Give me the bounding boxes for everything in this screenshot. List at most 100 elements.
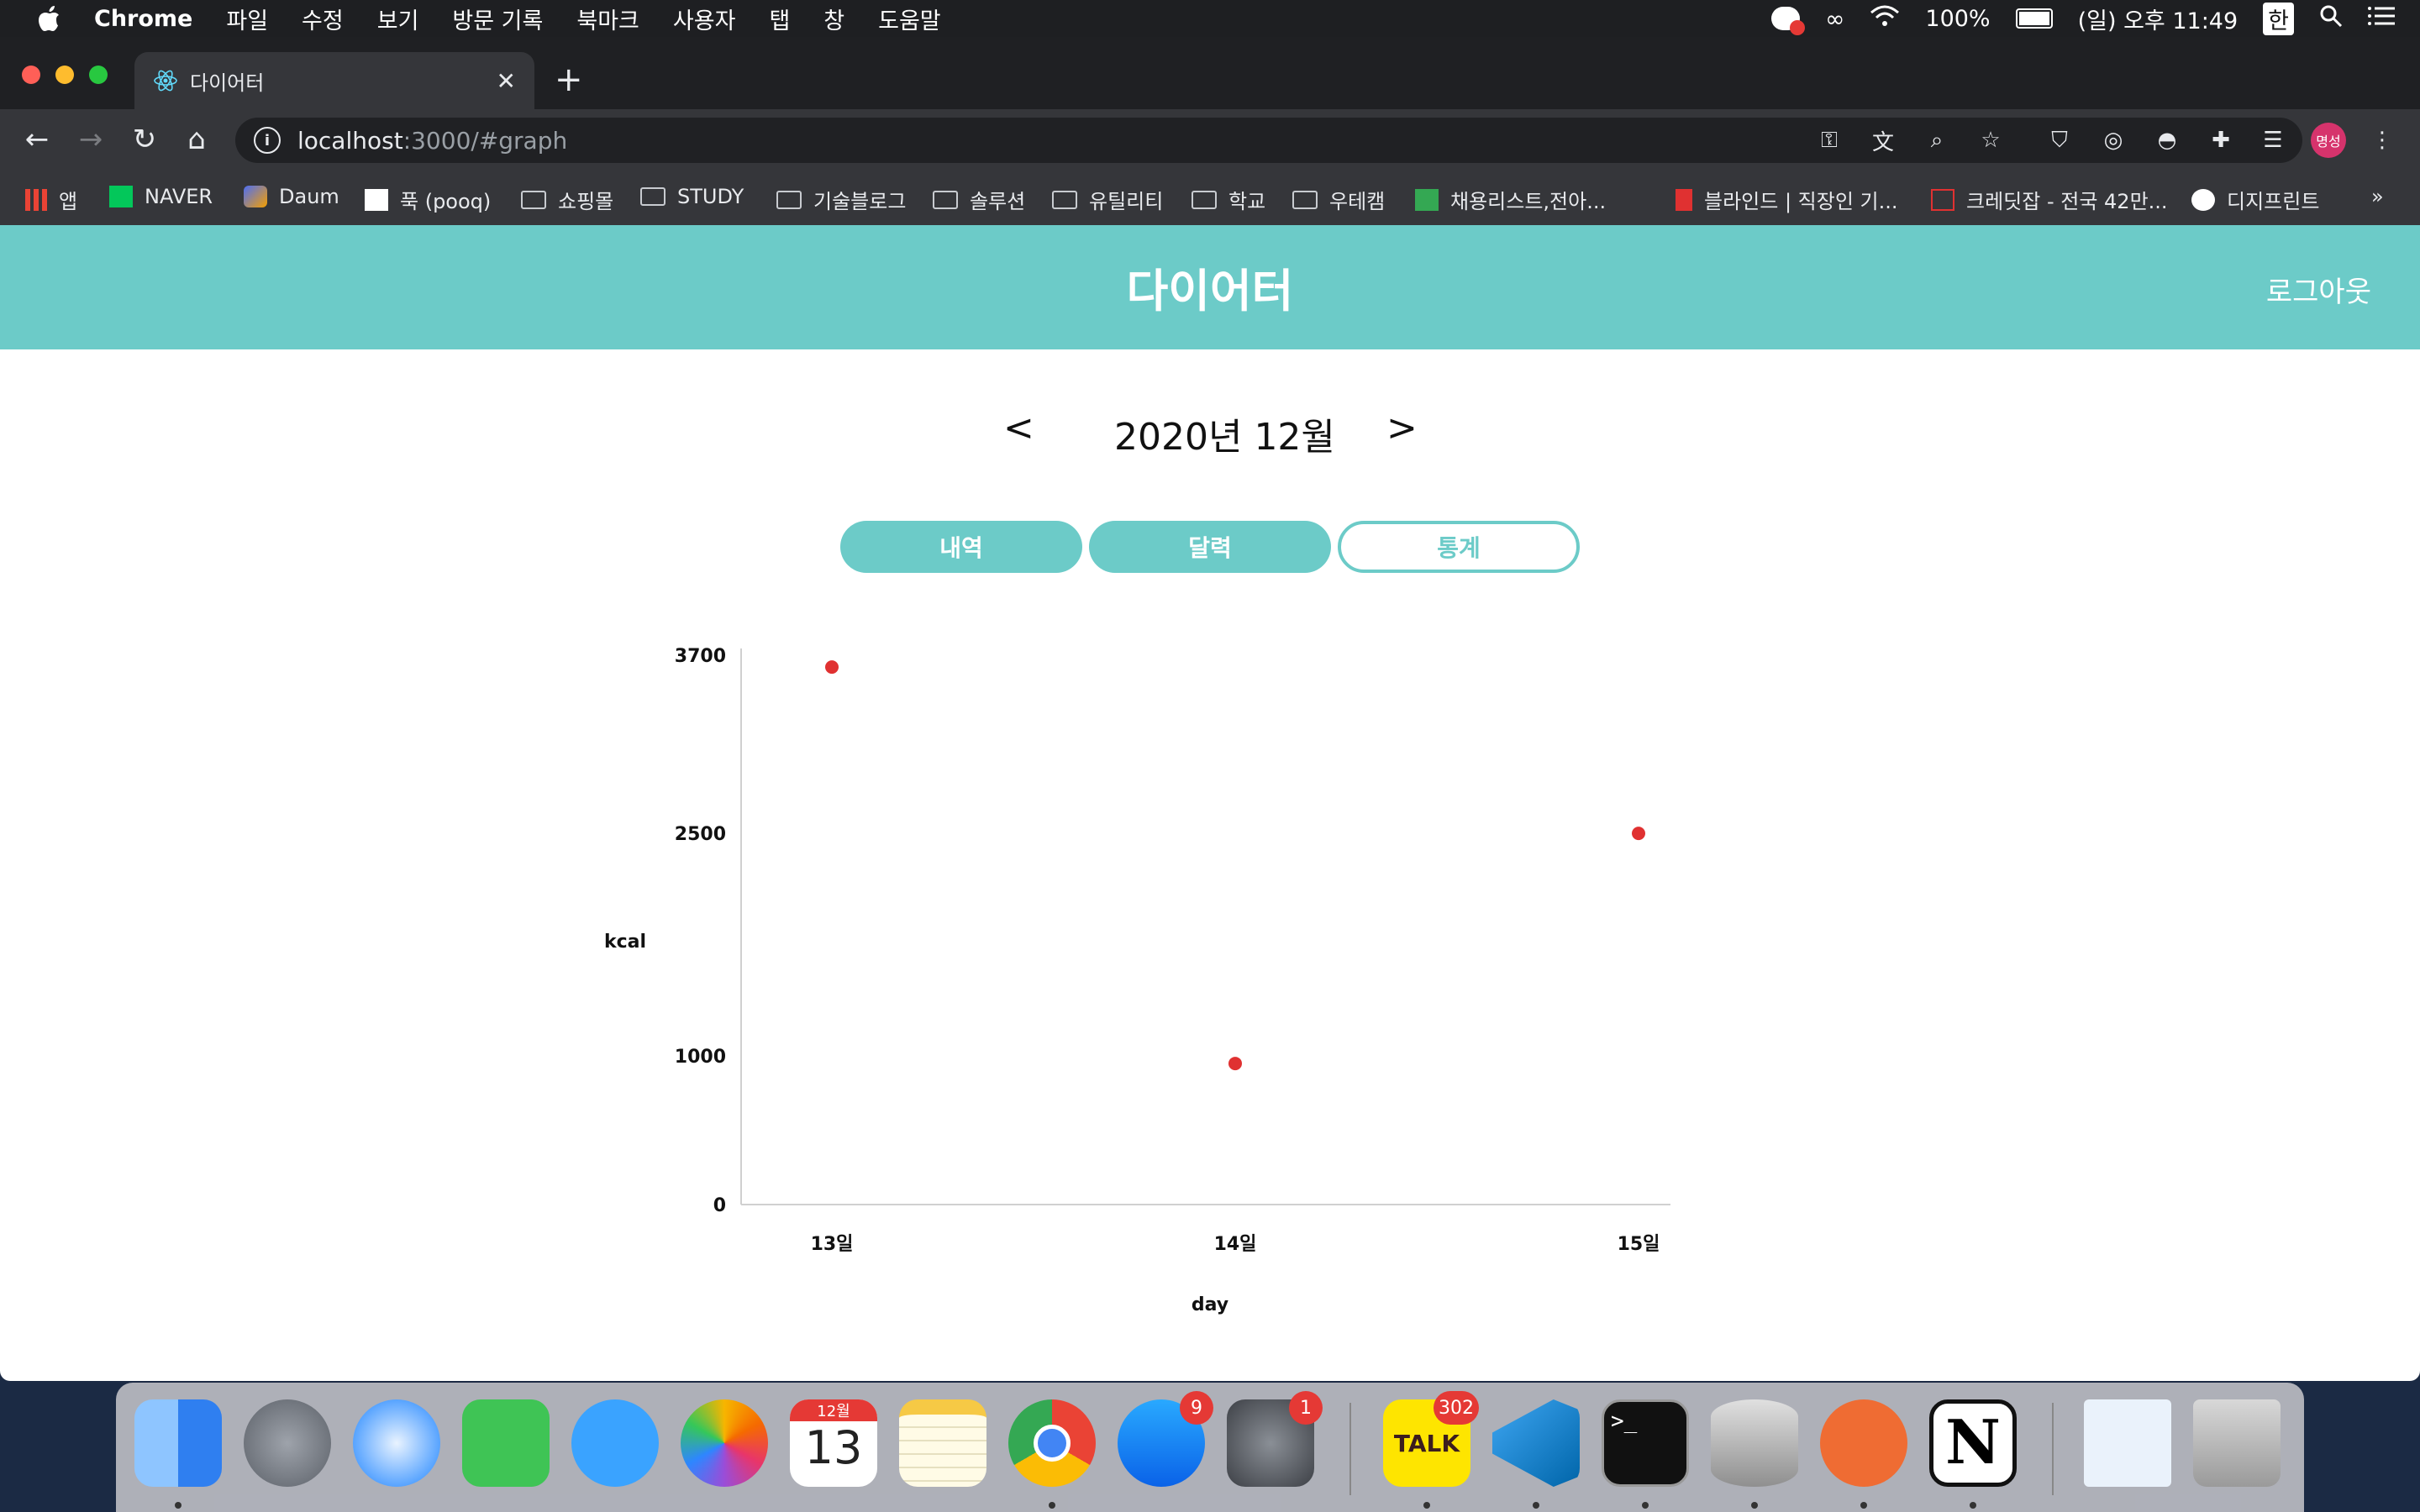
menu-window[interactable]: 창 (823, 3, 844, 35)
data-point (1228, 1057, 1242, 1071)
browser-tab-active[interactable]: 다이어터 ✕ (134, 52, 534, 109)
bookmark-folder-study[interactable]: STUDY (640, 185, 744, 208)
bookmark-recruit-list[interactable]: 채용리스트,전아... (1415, 185, 1606, 214)
key-icon[interactable]: ⚿ (1815, 126, 1844, 155)
notion-icon[interactable]: N (1929, 1399, 2017, 1487)
bookmark-daum[interactable]: Daum (244, 185, 339, 208)
translate-icon[interactable]: 文 (1869, 126, 1897, 155)
bookmark-blind[interactable]: 블라인드 | 직장인 기... (1676, 185, 1898, 214)
browser-toolbar: ← → ↻ ⌂ i localhost:3000/#graph ⚿ 文 ⌕ ☆ … (0, 109, 2420, 171)
bookmark-label: 디지프린트 (2227, 190, 2320, 213)
notes-icon[interactable] (899, 1399, 986, 1487)
menu-app-name[interactable]: Chrome (94, 6, 192, 32)
menu-history[interactable]: 방문 기록 (452, 3, 543, 35)
calendar-icon[interactable]: 12월 13 (790, 1399, 877, 1487)
x-tick-label: 13일 (811, 1234, 854, 1255)
terminal-icon[interactable]: >_ (1602, 1399, 1689, 1487)
photos-icon[interactable] (681, 1399, 768, 1487)
apple-icon[interactable] (34, 3, 64, 34)
y-tick-label: 2500 (675, 824, 726, 845)
menu-help[interactable]: 도움말 (878, 3, 941, 35)
running-indicator (1751, 1502, 1758, 1509)
back-arrow-icon[interactable]: ← (20, 123, 54, 156)
document-icon[interactable] (2084, 1399, 2171, 1487)
forward-arrow-icon[interactable]: → (74, 123, 108, 156)
control-center-icon[interactable] (2368, 5, 2395, 33)
profile-avatar[interactable]: 명성 (2311, 123, 2346, 158)
folder-icon (1192, 190, 1217, 209)
bookmark-kreditjob[interactable]: 크레딧잡 - 전국 42만... (1931, 185, 2168, 214)
safari-icon[interactable] (353, 1399, 440, 1487)
folder-icon (933, 190, 958, 209)
notification-icon[interactable] (1771, 7, 1806, 35)
kakaotalk-badge: 302 (1434, 1391, 1479, 1425)
system-preferences-icon[interactable]: 1 (1227, 1391, 1323, 1487)
menu-edit[interactable]: 수정 (302, 3, 344, 35)
spotlight-search-icon[interactable] (2319, 4, 2343, 34)
bookmark-folder-solution[interactable]: 솔루션 (933, 185, 1025, 214)
bookmark-label: 푹 (pooq) (400, 190, 492, 213)
window-minimize-button[interactable] (55, 66, 74, 84)
menu-bookmarks[interactable]: 북마크 (576, 3, 639, 35)
menu-people[interactable]: 사용자 (673, 3, 736, 35)
vscode-icon[interactable] (1492, 1399, 1580, 1487)
running-indicator (1642, 1502, 1649, 1509)
postman-icon[interactable] (1820, 1399, 1907, 1487)
bookmark-folder-shopping[interactable]: 쇼핑몰 (521, 185, 613, 214)
finder-icon[interactable] (134, 1399, 222, 1487)
circle-extension-icon[interactable]: ◎ (2099, 126, 2128, 155)
database-icon[interactable] (1711, 1399, 1798, 1487)
puzzle-extensions-icon[interactable]: ✚ (2207, 126, 2235, 155)
bookmark-apps[interactable]: 앱 (25, 185, 77, 214)
bookmarks-overflow[interactable]: » (2371, 185, 2384, 208)
new-tab-plus-icon[interactable]: + (555, 60, 583, 99)
site-info-icon[interactable]: i (254, 127, 281, 154)
trash-icon[interactable] (2193, 1399, 2281, 1487)
window-close-button[interactable] (22, 66, 40, 84)
bookmark-label: STUDY (677, 185, 744, 208)
app-store-badge: 9 (1180, 1391, 1213, 1425)
kcal-scatter-chart: 0 1000 2500 3700 13일 14일 15일 kcal day (604, 646, 1670, 1315)
bookmark-folder-utility[interactable]: 유틸리티 (1052, 185, 1163, 214)
off-extension-icon[interactable]: ◓ (2153, 126, 2181, 155)
bookmark-pooq[interactable]: 푹 (pooq) (365, 185, 491, 214)
running-indicator (1533, 1502, 1539, 1509)
tab-strip: 다이어터 ✕ + (0, 37, 2420, 109)
y-tick-label: 3700 (675, 646, 726, 667)
shield-extension-icon[interactable]: ⛉ (2045, 126, 2074, 155)
app-store-icon[interactable]: 9 (1118, 1391, 1213, 1487)
menu-tab[interactable]: 탭 (769, 3, 790, 35)
bookmark-folder-school[interactable]: 학교 (1192, 185, 1265, 214)
more-menu-icon[interactable]: ⋮ (2368, 126, 2396, 155)
tab-close-icon[interactable]: ✕ (497, 67, 516, 95)
clock[interactable]: (일) 오후 11:49 (2078, 3, 2238, 35)
window-zoom-button[interactable] (89, 66, 108, 84)
home-icon[interactable]: ⌂ (180, 123, 213, 156)
y-tick-label: 0 (713, 1195, 726, 1216)
bookmark-naver[interactable]: NAVER (109, 185, 213, 208)
bookmark-folder-woowacamp[interactable]: 우테캠 (1292, 185, 1385, 214)
messages-icon[interactable] (571, 1399, 659, 1487)
bookmark-label: 채용리스트,전아... (1450, 190, 1607, 213)
facetime-icon[interactable] (462, 1399, 550, 1487)
kakaotalk-label: TALK (1393, 1429, 1460, 1457)
menu-file[interactable]: 파일 (226, 3, 268, 35)
chrome-icon[interactable] (1008, 1399, 1096, 1487)
menu-view[interactable]: 보기 (377, 3, 419, 35)
bookmark-folder-techblog[interactable]: 기술블로그 (776, 185, 906, 214)
wifi-icon[interactable] (1870, 4, 1900, 34)
reload-icon[interactable]: ↻ (128, 123, 161, 156)
battery-icon[interactable] (2015, 8, 2053, 29)
media-queue-icon[interactable]: ☰ (2259, 126, 2287, 155)
bookmark-label: 유틸리티 (1089, 190, 1164, 213)
url-path: :3000/#graph (402, 126, 568, 155)
glasses-icon[interactable]: ∞ (1825, 5, 1844, 33)
folder-icon (1292, 190, 1318, 209)
launchpad-icon[interactable] (244, 1399, 331, 1487)
bookmark-star-icon[interactable]: ☆ (1976, 126, 2005, 155)
input-source[interactable]: 한 (2263, 2, 2294, 35)
bookmark-digiprint[interactable]: 디지프린트 (2191, 185, 2319, 214)
bookmark-label: 크레딧잡 - 전국 42만... (1966, 190, 2168, 213)
zoom-icon[interactable]: ⌕ (1923, 126, 1951, 155)
kakaotalk-icon[interactable]: TALK 302 (1383, 1391, 1479, 1487)
